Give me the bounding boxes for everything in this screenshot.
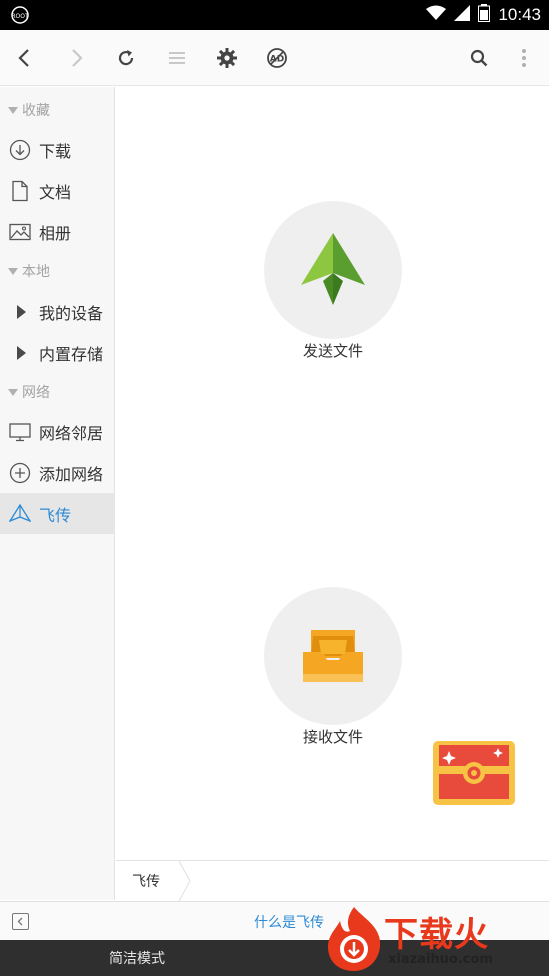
toolbar: AD: [0, 30, 549, 86]
gear-icon[interactable]: [211, 42, 243, 74]
sidebar-item-network-neighborhood[interactable]: 网络邻居: [0, 411, 115, 452]
sidebar-item-downloads[interactable]: 下载: [0, 129, 115, 170]
watermark-logo: 下载火 xiazaihuo.com: [322, 903, 549, 976]
breadcrumb: 飞传: [116, 860, 549, 901]
battery-icon: [478, 4, 491, 26]
section-header-network[interactable]: 网络: [0, 377, 115, 407]
monitor-icon: [9, 421, 31, 443]
sidebar-item-photos[interactable]: 相册: [0, 211, 115, 252]
collapse-triangle-icon: [8, 388, 18, 396]
section-header-favorites[interactable]: 收藏: [0, 95, 115, 125]
status-bar: ROOT 10:43: [0, 0, 549, 30]
watermark-title: 下载火: [384, 915, 489, 955]
sidebar-item-internal-storage[interactable]: 内置存储: [0, 332, 115, 373]
section-header-local[interactable]: 本地: [0, 256, 115, 286]
send-file-label[interactable]: 发送文件: [233, 340, 433, 361]
expand-arrow-icon: [17, 304, 26, 319]
add-circle-icon: [9, 462, 31, 484]
flame-logo-icon: [328, 907, 381, 971]
document-icon: [9, 180, 31, 202]
wifi-icon: [426, 5, 447, 25]
svg-text:ROOT: ROOT: [11, 13, 29, 20]
expand-arrow-icon: [17, 345, 26, 360]
treasure-chest-icon[interactable]: [432, 737, 516, 807]
search-icon[interactable]: [463, 42, 495, 74]
receive-file-button[interactable]: [264, 587, 402, 725]
breadcrumb-item-fly-transfer[interactable]: 飞传: [116, 861, 176, 901]
send-plane-icon: [301, 233, 365, 305]
ad-icon[interactable]: AD: [261, 42, 293, 74]
photo-icon: [9, 221, 31, 243]
inbox-tray-icon: [303, 630, 363, 682]
sidebar-item-documents[interactable]: 文档: [0, 170, 115, 211]
signal-icon: [454, 5, 471, 25]
clock: 10:43: [498, 5, 541, 24]
list-icon[interactable]: [161, 42, 193, 74]
sidebar: 收藏 下载 文档 相册 本地 我的设备 内置存储 网络 网络邻居 添加网络 飞传: [0, 87, 115, 900]
receive-file-label[interactable]: 接收文件: [233, 726, 433, 747]
more-icon[interactable]: [508, 42, 540, 74]
download-icon: [9, 139, 31, 161]
sidebar-item-add-network[interactable]: 添加网络: [0, 452, 115, 493]
collapse-sidebar-icon[interactable]: [12, 913, 29, 930]
send-file-button[interactable]: [264, 201, 402, 339]
back-icon[interactable]: [9, 42, 41, 74]
forward-icon[interactable]: [60, 42, 92, 74]
sidebar-item-my-device[interactable]: 我的设备: [0, 291, 115, 332]
what-is-fly-transfer-link[interactable]: 什么是飞传: [254, 912, 324, 932]
sidebar-item-fly-transfer[interactable]: 飞传: [0, 493, 115, 534]
collapse-triangle-icon: [8, 106, 18, 114]
collapse-triangle-icon: [8, 267, 18, 275]
watermark-subtitle: xiazaihuo.com: [388, 952, 493, 967]
notification-icon: ROOT: [10, 5, 30, 25]
breadcrumb-separator-icon: [178, 861, 191, 901]
simple-mode-button[interactable]: 简洁模式: [0, 940, 274, 976]
paper-plane-icon: [9, 503, 31, 525]
refresh-icon[interactable]: [110, 42, 142, 74]
